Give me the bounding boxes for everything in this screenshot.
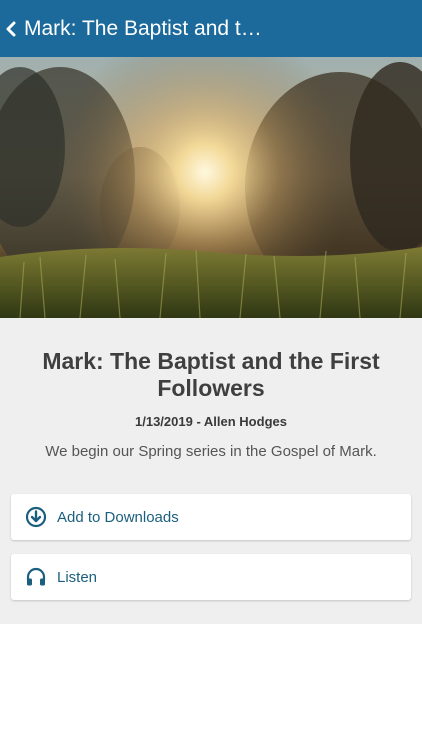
back-button[interactable] — [0, 0, 22, 57]
sermon-info-panel: Mark: The Baptist and the First Follower… — [0, 318, 422, 624]
sermon-title: Mark: The Baptist and the First Follower… — [42, 348, 380, 401]
app-header: Mark: The Baptist and t… — [0, 0, 422, 57]
header-title: Mark: The Baptist and t… — [24, 16, 262, 40]
hero-image — [0, 57, 422, 318]
chevron-left-icon — [6, 21, 16, 36]
add-to-downloads-label: Add to Downloads — [57, 508, 179, 526]
add-to-downloads-button[interactable]: Add to Downloads — [11, 494, 411, 540]
sermon-description: We begin our Spring series in the Gospel… — [45, 443, 377, 460]
headphones-icon — [25, 566, 47, 588]
listen-label: Listen — [57, 568, 98, 586]
sermon-meta: 1/13/2019 - Allen Hodges — [135, 414, 287, 429]
listen-button[interactable]: Listen — [11, 554, 411, 600]
download-circle-icon — [25, 506, 47, 528]
